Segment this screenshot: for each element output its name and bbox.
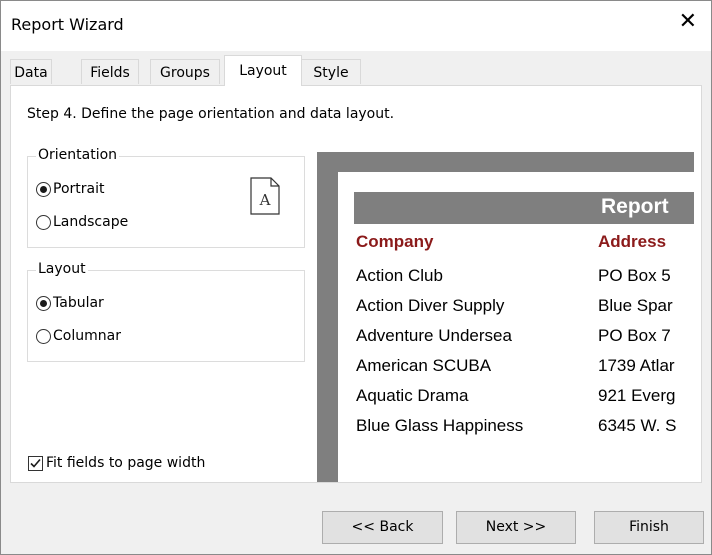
columnar-option[interactable]: Columnar	[36, 326, 121, 346]
report-wizard-window: Report Wizard ✕ Data Fields Groups Layou…	[0, 0, 712, 555]
tabular-option[interactable]: Tabular	[36, 293, 104, 313]
tab-style[interactable]: Style	[301, 59, 361, 84]
report-title: Report	[601, 195, 669, 218]
orientation-legend: Orientation	[36, 147, 120, 163]
landscape-option[interactable]: Landscape	[36, 212, 128, 232]
tabular-radio[interactable]	[36, 295, 51, 311]
orientation-group: Orientation Portrait Landscape A	[27, 147, 305, 248]
fit-fields-option[interactable]: Fit fields to page width	[28, 453, 205, 473]
tab-groups[interactable]: Groups	[150, 59, 220, 84]
layout-preview: Report Company Address Action Club PO Bo…	[317, 152, 694, 482]
fit-fields-label: Fit fields to page width	[46, 455, 206, 471]
portrait-radio[interactable]	[36, 181, 51, 197]
tabular-label: Tabular	[53, 295, 104, 311]
table-cell: Blue Spar	[598, 296, 673, 315]
landscape-label: Landscape	[53, 214, 129, 230]
page-icon-letter: A	[259, 191, 271, 209]
columnar-label: Columnar	[53, 328, 121, 344]
tab-fields[interactable]: Fields	[81, 59, 139, 84]
layout-panel: Step 4. Define the page orientation and …	[10, 85, 702, 483]
page-portrait-icon: A	[250, 177, 280, 215]
back-button[interactable]: << Back	[322, 511, 443, 544]
report-title-bar: Report	[354, 192, 694, 224]
table-cell: 6345 W. S	[598, 416, 677, 435]
table-cell: PO Box 7	[598, 326, 671, 345]
next-button[interactable]: Next >>	[456, 511, 576, 544]
column-header-company: Company	[356, 232, 434, 251]
table-cell: Action Diver Supply	[356, 296, 505, 315]
layout-group: Layout Tabular Columnar	[27, 261, 305, 362]
table-cell: American SCUBA	[356, 356, 492, 375]
step-instructions: Step 4. Define the page orientation and …	[27, 106, 395, 122]
fit-fields-checkbox[interactable]	[28, 455, 43, 471]
tab-layout[interactable]: Layout	[224, 55, 302, 86]
table-cell: Blue Glass Happiness	[356, 416, 524, 435]
title-bar: Report Wizard ✕	[1, 1, 711, 51]
table-cell: 921 Everg	[598, 386, 676, 405]
table-cell: Aquatic Drama	[356, 386, 469, 405]
column-header-address: Address	[598, 232, 667, 251]
table-cell: Adventure Undersea	[356, 326, 512, 345]
table-cell: 1739 Atlar	[598, 356, 675, 375]
tab-data[interactable]: Data	[10, 59, 52, 84]
preview-page: Report Company Address Action Club PO Bo…	[338, 172, 694, 482]
portrait-label: Portrait	[53, 181, 105, 197]
columnar-radio[interactable]	[36, 328, 51, 344]
window-title: Report Wizard	[11, 15, 124, 34]
checkmark-icon	[30, 458, 41, 468]
table-cell: Action Club	[356, 266, 443, 285]
portrait-option[interactable]: Portrait	[36, 179, 104, 199]
finish-button[interactable]: Finish	[594, 511, 704, 544]
table-cell: PO Box 5	[598, 266, 671, 285]
landscape-radio[interactable]	[36, 214, 51, 230]
close-icon[interactable]: ✕	[679, 11, 697, 33]
layout-legend: Layout	[36, 261, 88, 277]
